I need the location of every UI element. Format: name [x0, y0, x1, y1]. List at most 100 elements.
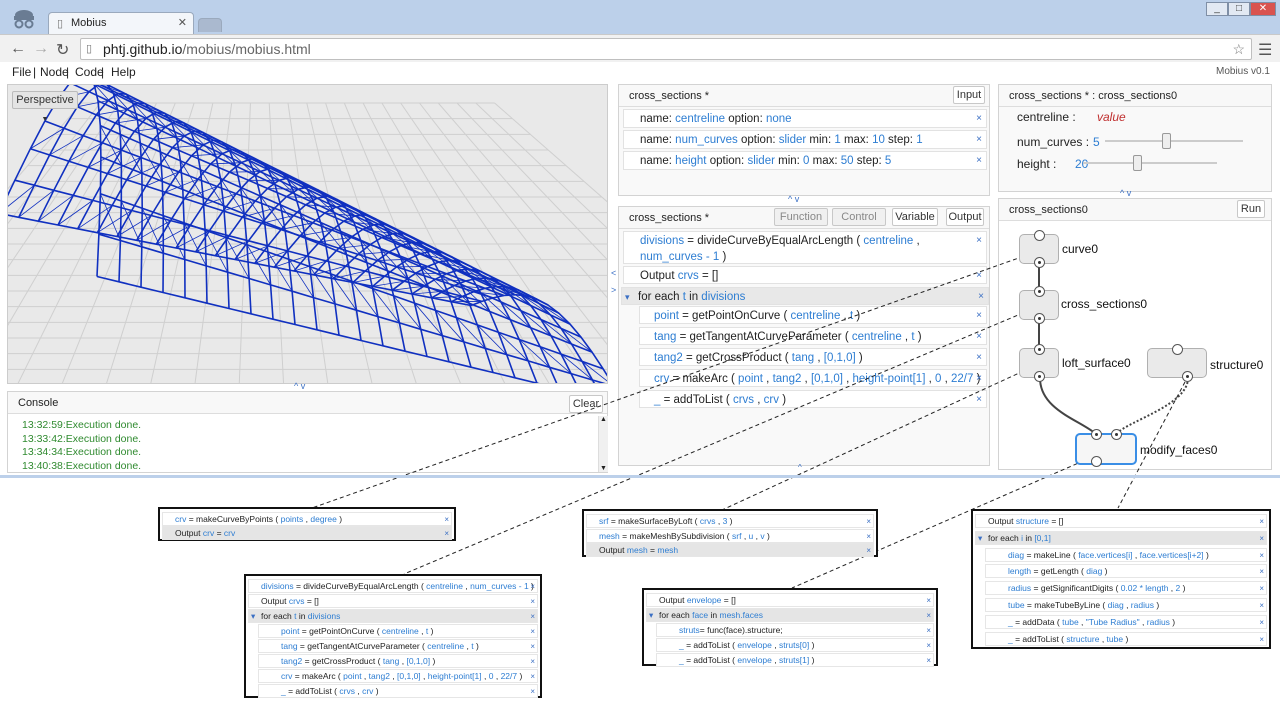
node-input-port[interactable] — [1034, 230, 1045, 241]
minimize-button[interactable]: _ — [1206, 2, 1228, 16]
code-token: mesh — [626, 545, 648, 555]
node-input-port[interactable] — [1172, 344, 1183, 355]
close-icon[interactable]: × — [976, 152, 982, 169]
scrollbar[interactable]: ▲ ▼ — [598, 416, 608, 472]
code-token: crvs — [699, 516, 716, 526]
code-token: num_curves - 1 — [470, 581, 529, 591]
run-button[interactable]: Run — [1237, 200, 1265, 218]
close-icon[interactable]: × — [976, 307, 982, 323]
close-icon[interactable]: × — [978, 288, 984, 304]
node-output-port[interactable] — [1182, 371, 1193, 382]
node-curve0[interactable] — [1019, 230, 1059, 268]
close-icon: × — [926, 611, 931, 620]
camera-dropdown[interactable]: Perspective ▼ — [12, 91, 78, 123]
tab-mobius[interactable]: ▯ Mobius ✕ — [48, 12, 194, 34]
menu-file[interactable]: File — [12, 65, 31, 79]
input-row[interactable]: name: height option: slider min: 0 max: … — [623, 151, 987, 170]
code-row[interactable]: _ = addToList ( crvs , crv ) × — [639, 390, 987, 408]
reload-icon[interactable]: ↻ — [56, 40, 69, 60]
code-token: ) — [1153, 600, 1160, 610]
node-input-port[interactable] — [1091, 429, 1102, 440]
mesh-wire — [352, 241, 494, 373]
node-output-port[interactable] — [1091, 456, 1102, 467]
new-tab-button[interactable] — [198, 18, 222, 32]
forward-icon[interactable]: → — [33, 40, 49, 58]
code-token: , — [913, 235, 920, 247]
close-icon[interactable]: × — [976, 370, 982, 386]
output-button[interactable]: Output — [946, 208, 984, 226]
code-token: , — [814, 352, 824, 364]
back-icon[interactable]: ← — [10, 40, 26, 58]
scroll-down-icon[interactable]: ▼ — [600, 465, 607, 472]
collapse-icon[interactable]: ▾ — [625, 288, 630, 304]
variable-button[interactable]: Variable — [892, 208, 938, 226]
maximize-button[interactable]: □ — [1228, 2, 1250, 16]
node-input-port[interactable] — [1111, 429, 1122, 440]
code-row[interactable]: ▾ for each t in divisions × — [621, 287, 989, 305]
menu-node[interactable]: Node — [40, 65, 69, 79]
star-icon[interactable]: ☆ — [1232, 39, 1245, 59]
scroll-up-icon[interactable]: ▲ — [600, 416, 607, 423]
code-token: ) — [855, 352, 863, 364]
code-token: tube — [1008, 600, 1025, 610]
code-row[interactable]: crv = makeArc ( point , tang2 , [0,1,0] … — [639, 369, 987, 387]
code-row[interactable]: Output crvs = [] × — [623, 266, 987, 284]
close-window-button[interactable]: ✕ — [1250, 2, 1276, 16]
close-icon[interactable]: × — [976, 391, 982, 407]
node-loft-surface0[interactable] — [1019, 344, 1059, 382]
code-row[interactable]: tang2 = getCrossProduct ( tang , [0,1,0]… — [639, 348, 987, 366]
input-row[interactable]: name: num_curves option: slider min: 1 m… — [623, 130, 987, 149]
code-row[interactable]: num_curves - 1 ) — [623, 248, 987, 264]
splitter-chevrons[interactable]: ^ v — [788, 194, 799, 204]
centreline-value[interactable]: value — [1097, 110, 1126, 124]
close-icon[interactable]: × — [976, 131, 982, 148]
input-row[interactable]: name: centreline option: none × — [623, 109, 987, 128]
grid-line — [210, 162, 242, 165]
node-input-port[interactable] — [1034, 344, 1045, 355]
control-button[interactable]: Control — [832, 208, 886, 226]
viewport-3d[interactable]: Perspective ▼ — [7, 84, 608, 384]
clear-button[interactable]: Clear — [569, 395, 603, 413]
slider-thumb[interactable] — [1161, 133, 1171, 149]
code-token: crv — [175, 514, 187, 524]
close-icon[interactable]: × — [976, 328, 982, 344]
node-input-port[interactable] — [1034, 286, 1045, 297]
node-output-port[interactable] — [1034, 371, 1045, 382]
code-token: name: — [640, 155, 676, 167]
node-output-port[interactable] — [1034, 313, 1045, 324]
node-label-loft-surface0: loft_surface0 — [1062, 356, 1131, 370]
menu-icon[interactable]: ☰ — [1258, 40, 1272, 60]
node-structure0[interactable] — [1147, 344, 1207, 382]
splitter-chevrons[interactable]: ^ v — [1120, 188, 1131, 198]
code-row[interactable]: tang = getTangentAtCurveParameter ( cent… — [639, 327, 987, 345]
code-token: tang2 — [654, 352, 683, 364]
close-icon: × — [866, 546, 871, 555]
node-cross-sections0[interactable] — [1019, 286, 1059, 324]
close-icon[interactable]: × — [976, 349, 982, 365]
code-token: divisions — [701, 291, 746, 303]
collapse-icon: ▾ — [251, 611, 256, 621]
menu-help[interactable]: Help — [111, 65, 136, 79]
code-row[interactable]: point = getPointOnCurve ( centreline , t… — [639, 306, 987, 324]
code-token: , — [754, 394, 764, 406]
height-slider[interactable] — [1083, 155, 1217, 171]
menu-code[interactable]: Code — [75, 65, 104, 79]
splitter-chevrons[interactable]: ^ v — [294, 381, 305, 391]
node-modify-faces0[interactable] — [1075, 429, 1137, 467]
expand-right-icon[interactable]: > — [611, 285, 616, 295]
close-icon[interactable]: × — [976, 110, 982, 127]
close-icon[interactable]: ✕ — [178, 16, 187, 29]
callout-row: _ = addToList ( envelope , struts[1] ) × — [656, 653, 934, 667]
close-icon: × — [866, 531, 871, 541]
slider-thumb[interactable] — [1132, 155, 1142, 171]
function-button[interactable]: Function — [774, 208, 828, 226]
close-icon[interactable]: × — [976, 267, 982, 283]
num-curves-slider[interactable] — [1105, 133, 1243, 149]
url-input[interactable]: ▯ phtj.github.io/mobius/mobius.html ☆ — [80, 38, 1252, 60]
input-button[interactable]: Input — [953, 86, 985, 104]
code-token: envelope — [737, 655, 772, 665]
grid-line — [77, 205, 113, 230]
collapse-left-icon[interactable]: < — [611, 268, 616, 278]
node-output-port[interactable] — [1034, 257, 1045, 268]
splitter-chevrons[interactable]: ^ — [798, 463, 802, 472]
